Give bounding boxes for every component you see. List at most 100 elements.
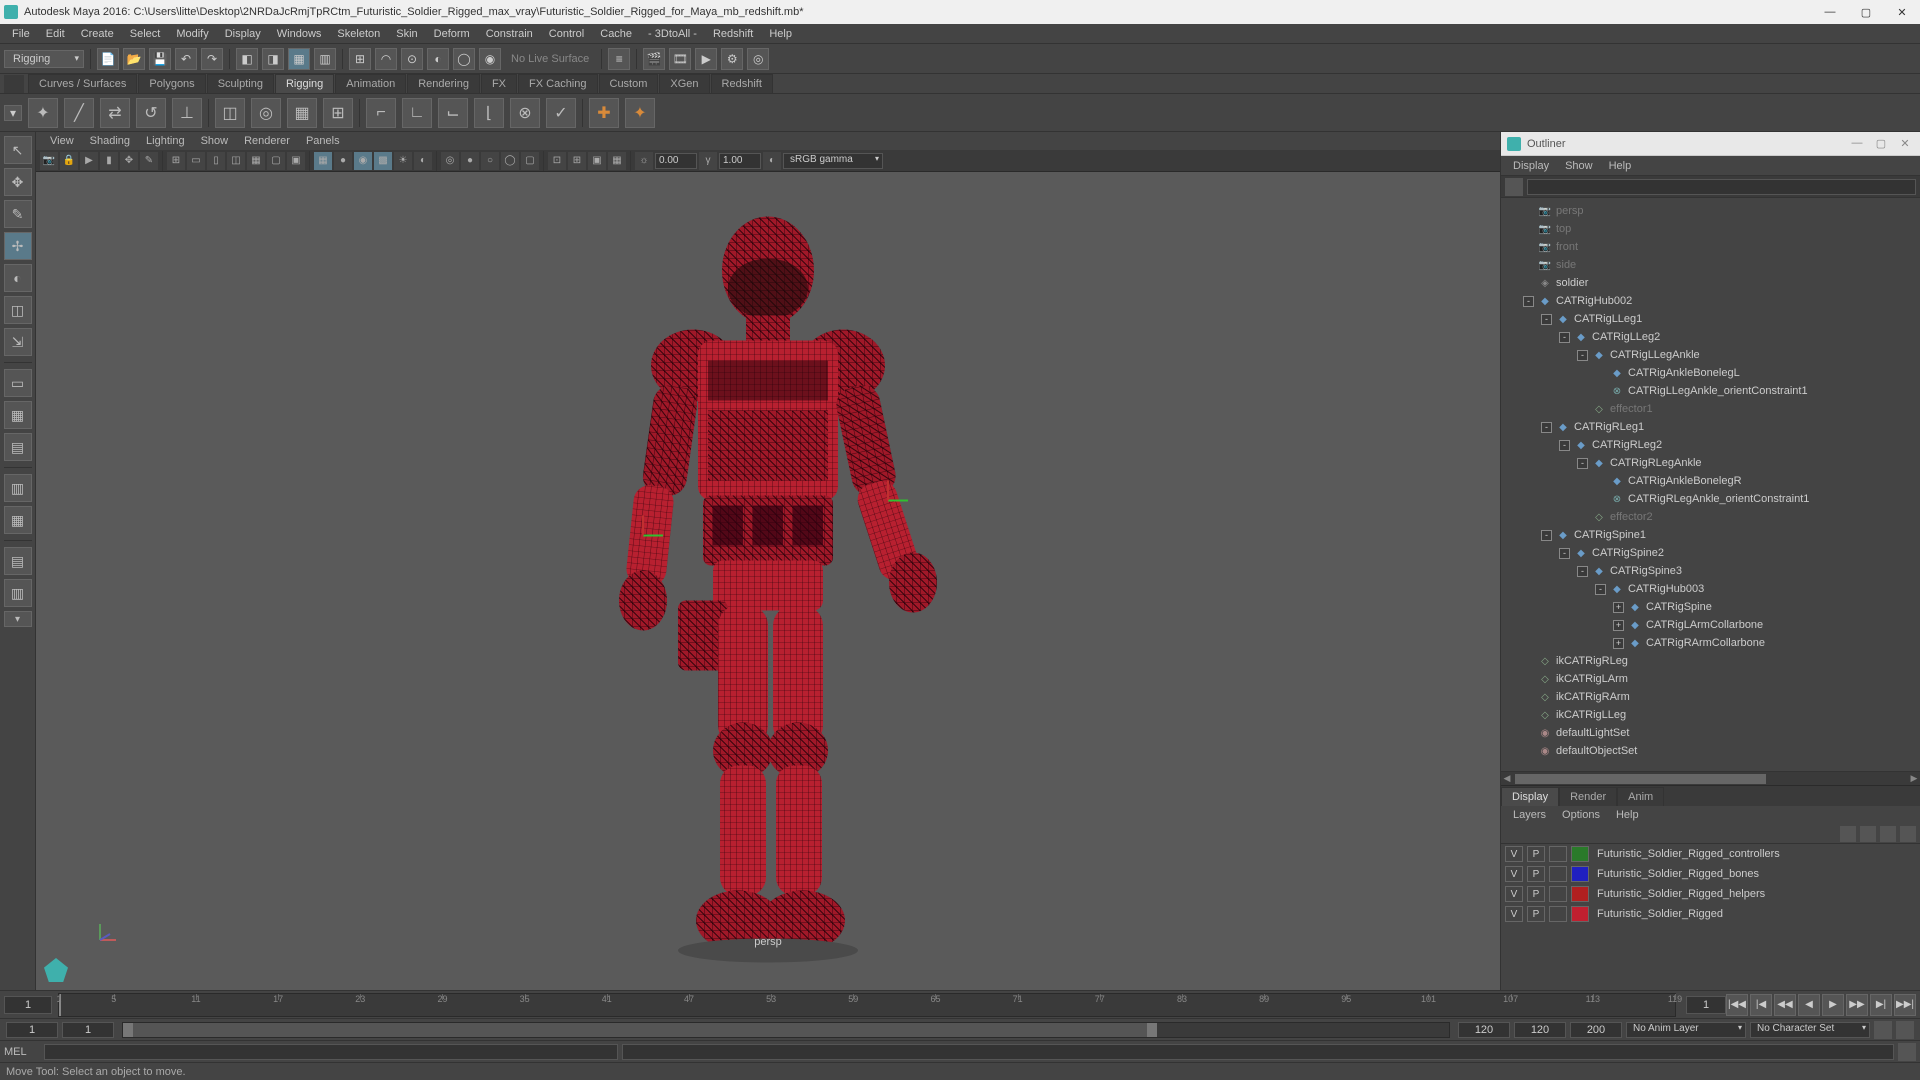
- xray-icon[interactable]: ⊡: [548, 152, 566, 170]
- shelf-tab-sculpting[interactable]: Sculpting: [207, 74, 274, 93]
- scale-tool[interactable]: ◫: [4, 296, 32, 324]
- outliner-search-input[interactable]: [1527, 179, 1916, 195]
- outliner-node[interactable]: 📷top: [1503, 220, 1918, 238]
- outliner-node[interactable]: ◇ikCATRigLLeg: [1503, 706, 1918, 724]
- layer-row[interactable]: VPFuturistic_Soldier_Rigged_bones: [1501, 864, 1920, 884]
- timeslider-start-field[interactable]: [4, 996, 52, 1014]
- grease-icon[interactable]: ✎: [140, 152, 158, 170]
- current-frame-field[interactable]: [1686, 996, 1726, 1014]
- menu-help[interactable]: Help: [761, 26, 800, 42]
- shelf-tab-rigging[interactable]: Rigging: [275, 74, 334, 93]
- layers-tab-anim[interactable]: Anim: [1617, 787, 1664, 806]
- res-gate-icon[interactable]: ▯: [207, 152, 225, 170]
- layers-tab-display[interactable]: Display: [1501, 787, 1559, 806]
- live-surface-button[interactable]: ◉: [479, 48, 501, 70]
- outliner-node[interactable]: +◆CATRigRArmCollarbone: [1503, 634, 1918, 652]
- shelf-tab-animation[interactable]: Animation: [335, 74, 406, 93]
- outliner-node[interactable]: ◇ikCATRigRArm: [1503, 688, 1918, 706]
- outliner-node[interactable]: -◆CATRigSpine2: [1503, 544, 1918, 562]
- wireframe-icon[interactable]: ▦: [314, 152, 332, 170]
- colorspace-icon[interactable]: ◐: [763, 152, 781, 170]
- panel-menu-lighting[interactable]: Lighting: [138, 133, 193, 149]
- menu-cache[interactable]: Cache: [592, 26, 640, 42]
- layout-twob-icon[interactable]: ▥: [4, 474, 32, 502]
- ik-handle-icon[interactable]: ⊥: [172, 98, 202, 128]
- gamma-field[interactable]: [719, 153, 761, 169]
- range-end-outer-field[interactable]: [1514, 1022, 1566, 1038]
- menu-windows[interactable]: Windows: [269, 26, 330, 42]
- layer-display-type-toggle[interactable]: [1549, 906, 1567, 922]
- outliner-search-icon[interactable]: [1505, 178, 1523, 196]
- time-track[interactable]: 1511172329354147535965717783899510110711…: [58, 993, 1676, 1017]
- constraint-point-icon[interactable]: ⌐: [366, 98, 396, 128]
- render-sequence-button[interactable]: ▶: [695, 48, 717, 70]
- scroll-right-icon[interactable]: ▶: [1908, 773, 1920, 784]
- move-tool[interactable]: ✢: [4, 232, 32, 260]
- exposure-icon[interactable]: ☼: [635, 152, 653, 170]
- paint-select-tool[interactable]: ✎: [4, 200, 32, 228]
- viewport-persp[interactable]: persp: [36, 172, 1500, 990]
- orient-joint-icon[interactable]: ↺: [136, 98, 166, 128]
- layer-color-swatch[interactable]: [1571, 846, 1589, 862]
- expand-toggle[interactable]: -: [1541, 422, 1552, 433]
- panel-menu-show[interactable]: Show: [193, 133, 237, 149]
- shadows-icon[interactable]: ◐: [414, 152, 432, 170]
- mirror-joint-icon[interactable]: ⇄: [100, 98, 130, 128]
- layer-new-selected-icon[interactable]: [1900, 826, 1916, 842]
- select-object-button[interactable]: ◨: [262, 48, 284, 70]
- outliner-node[interactable]: -◆CATRigRLeg2: [1503, 436, 1918, 454]
- outliner-h-scrollbar[interactable]: ◀ ▶: [1501, 771, 1920, 785]
- anim-prefs-button[interactable]: [1896, 1021, 1914, 1039]
- layer-playback-toggle[interactable]: P: [1527, 886, 1545, 902]
- camera-select-icon[interactable]: 📷: [40, 152, 58, 170]
- multisample-icon[interactable]: ▢: [521, 152, 539, 170]
- range-slider[interactable]: No Anim Layer No Character Set: [0, 1018, 1920, 1040]
- layout-four-icon[interactable]: ▦: [4, 401, 32, 429]
- human-ik-icon[interactable]: ✦: [625, 98, 655, 128]
- select-tool[interactable]: ↖: [4, 136, 32, 164]
- outliner-node[interactable]: ◉defaultObjectSet: [1503, 742, 1918, 760]
- layer-display-type-toggle[interactable]: [1549, 866, 1567, 882]
- menu-deform[interactable]: Deform: [426, 26, 478, 42]
- workspace-dropdown[interactable]: Rigging: [4, 50, 84, 68]
- isolate-icon[interactable]: ◎: [441, 152, 459, 170]
- layout-twoa-icon[interactable]: ▤: [4, 433, 32, 461]
- lights-icon[interactable]: ☀: [394, 152, 412, 170]
- image-plane-icon[interactable]: ▮: [100, 152, 118, 170]
- playback-play-fwd-button[interactable]: ▶: [1822, 994, 1844, 1016]
- paint-weights-icon[interactable]: ▦: [287, 98, 317, 128]
- undo-button[interactable]: ↶: [175, 48, 197, 70]
- outliner-node[interactable]: ◇effector1: [1503, 400, 1918, 418]
- shelf-drag-handle[interactable]: [4, 75, 24, 93]
- playback-go-start-button[interactable]: |◀◀: [1726, 994, 1748, 1016]
- scroll-thumb[interactable]: [1515, 774, 1766, 784]
- safe-action-icon[interactable]: ▢: [267, 152, 285, 170]
- snap-grid-button[interactable]: ⊞: [349, 48, 371, 70]
- playback-step-fwd-button[interactable]: ▶|: [1870, 994, 1892, 1016]
- layer-color-swatch[interactable]: [1571, 866, 1589, 882]
- open-scene-button[interactable]: 📂: [123, 48, 145, 70]
- playback-play-back-button[interactable]: ◀: [1798, 994, 1820, 1016]
- playback-step-back-button[interactable]: |◀: [1750, 994, 1772, 1016]
- range-start-outer-field[interactable]: [6, 1022, 58, 1038]
- outliner-node[interactable]: ◇effector2: [1503, 508, 1918, 526]
- outliner-node[interactable]: +◆CATRigSpine: [1503, 598, 1918, 616]
- layer-playback-toggle[interactable]: P: [1527, 906, 1545, 922]
- shelf-menu-button[interactable]: ▾: [4, 105, 22, 121]
- snap-surface-button[interactable]: ◯: [453, 48, 475, 70]
- ao-icon[interactable]: ●: [461, 152, 479, 170]
- constraint-scale-icon[interactable]: ⌊: [474, 98, 504, 128]
- layer-visibility-toggle[interactable]: V: [1505, 846, 1523, 862]
- joint-tool-icon[interactable]: ✦: [28, 98, 58, 128]
- shelf-tab-rendering[interactable]: Rendering: [407, 74, 480, 93]
- layer-row[interactable]: VPFuturistic_Soldier_Rigged_controllers: [1501, 844, 1920, 864]
- viewport-xray-icon[interactable]: ▣: [588, 152, 606, 170]
- time-slider[interactable]: 1511172329354147535965717783899510110711…: [0, 990, 1920, 1018]
- outliner-node[interactable]: -◆CATRigLLeg1: [1503, 310, 1918, 328]
- shelf-tab-custom[interactable]: Custom: [599, 74, 659, 93]
- range-bar[interactable]: [123, 1023, 1157, 1037]
- expand-toggle[interactable]: -: [1577, 566, 1588, 577]
- menu-redshift[interactable]: Redshift: [705, 26, 761, 42]
- menu-skeleton[interactable]: Skeleton: [329, 26, 388, 42]
- range-max-field[interactable]: [1570, 1022, 1622, 1038]
